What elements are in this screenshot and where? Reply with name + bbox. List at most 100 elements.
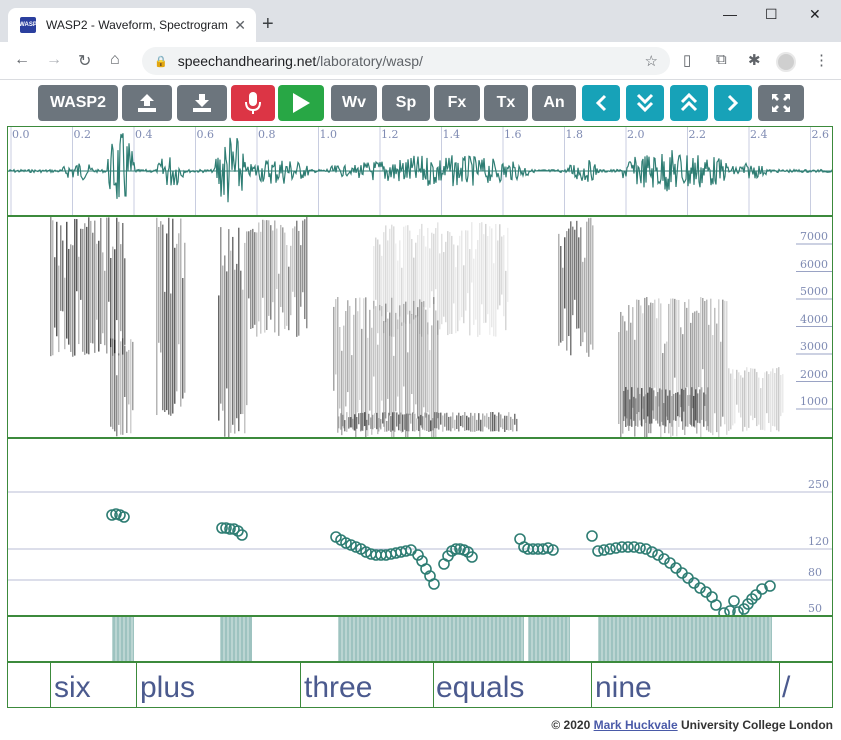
pitch-panel[interactable]: 250 120 80 50 bbox=[7, 438, 833, 616]
extension-office-icon[interactable]: ▯ bbox=[683, 51, 691, 69]
scroll-right-button[interactable] bbox=[714, 85, 752, 121]
annotation-label[interactable]: equals bbox=[436, 671, 524, 705]
spectrogram-band bbox=[746, 367, 748, 431]
spectrogram-band bbox=[699, 389, 701, 424]
spectrogram-band bbox=[338, 416, 340, 429]
spectrogram-band bbox=[381, 255, 383, 317]
spectrogram-band bbox=[744, 370, 746, 427]
spectrogram-band bbox=[679, 394, 681, 418]
voicing-panel[interactable] bbox=[7, 616, 833, 662]
tab-title: WASP2 - Waveform, Spectrogram bbox=[46, 18, 228, 32]
waveform-panel[interactable]: 0.0 0.2 0.4 0.6 0.8 1.0 1.2 1.4 1.6 1.8 2.0 2.2 2.4 2… bbox=[7, 126, 833, 216]
footer: © 2020 Mark Huckvale University College … bbox=[0, 712, 841, 740]
double-chevron-down-icon bbox=[636, 93, 654, 113]
spectrogram-band bbox=[384, 412, 386, 432]
frequency-tick-label: 5000 bbox=[800, 285, 828, 298]
forward-arrow-icon[interactable]: → bbox=[46, 51, 62, 69]
annotation-boundary[interactable] bbox=[300, 663, 301, 707]
spectrogram-band bbox=[712, 335, 714, 436]
spectrogram-panel[interactable]: 7000 6000 5000 4000 3000 2000 1000 bbox=[7, 216, 833, 438]
download-button[interactable] bbox=[177, 85, 227, 121]
spectrogram-band bbox=[156, 217, 158, 416]
record-button[interactable] bbox=[231, 85, 275, 121]
spectrogram-band bbox=[404, 414, 406, 430]
spectrogram-band bbox=[358, 413, 360, 425]
spectrogram-band bbox=[106, 217, 108, 354]
time-tick-label: 1.8 bbox=[565, 128, 584, 141]
frequency-tick-label: 7000 bbox=[800, 230, 828, 243]
extension-clipboard-icon[interactable]: ⧉ bbox=[716, 51, 727, 68]
spectrogram-band bbox=[110, 338, 112, 427]
spectrogram-band bbox=[276, 228, 278, 289]
spectrogram-band bbox=[492, 412, 494, 432]
zoom-in-button[interactable] bbox=[670, 85, 708, 121]
fullscreen-button[interactable] bbox=[758, 85, 804, 121]
spectrogram-band bbox=[505, 270, 507, 331]
spectrogram-band bbox=[686, 307, 688, 388]
scroll-left-button[interactable] bbox=[582, 85, 620, 121]
spectrogram-band bbox=[651, 388, 653, 424]
spectrogram-band bbox=[244, 242, 246, 434]
play-button[interactable] bbox=[278, 85, 324, 121]
minimize-icon[interactable]: — bbox=[723, 6, 737, 22]
annotation-toggle-button[interactable]: An bbox=[532, 85, 576, 121]
spectrogram-band bbox=[732, 369, 734, 426]
zoom-out-button[interactable] bbox=[626, 85, 664, 121]
annotation-label[interactable]: plus bbox=[140, 671, 195, 705]
spectrogram-band bbox=[389, 228, 391, 336]
spectrogram-band bbox=[673, 393, 675, 421]
address-bar[interactable]: 🔒 speechandhearing.net /laboratory/wasp/… bbox=[142, 47, 670, 75]
annotation-label[interactable]: six bbox=[54, 671, 91, 705]
spectrogram-band bbox=[375, 306, 377, 414]
home-icon[interactable]: ⌂ bbox=[110, 51, 120, 69]
maximize-icon[interactable]: ☐ bbox=[765, 6, 778, 23]
annotation-boundary[interactable] bbox=[433, 663, 434, 707]
profile-avatar[interactable] bbox=[776, 52, 796, 72]
bookmark-star-icon[interactable]: ☆ bbox=[645, 52, 658, 70]
spectrogram-band bbox=[68, 248, 70, 345]
spectrogram-band bbox=[578, 237, 580, 329]
spectrogram-band bbox=[362, 412, 364, 431]
spectrogram-band bbox=[116, 375, 118, 437]
spectrogram-band bbox=[460, 415, 462, 427]
back-arrow-icon[interactable]: ← bbox=[14, 51, 30, 69]
annotation-boundary[interactable] bbox=[50, 663, 51, 707]
spectrogram-band bbox=[424, 412, 426, 431]
spectrogram-band bbox=[420, 414, 422, 426]
wasp-home-button[interactable]: WASP2 bbox=[38, 85, 118, 121]
spectrogram-toggle-button[interactable]: Sp bbox=[382, 85, 430, 121]
annotation-label[interactable]: nine bbox=[595, 671, 652, 705]
reload-icon[interactable]: ↻ bbox=[78, 51, 91, 71]
pitch-toggle-button[interactable]: Fx bbox=[434, 85, 480, 121]
author-link[interactable]: Mark Huckvale bbox=[594, 718, 678, 732]
spectrogram-band bbox=[496, 415, 498, 431]
annotation-label[interactable]: / bbox=[782, 671, 790, 705]
annotation-boundary[interactable] bbox=[779, 663, 780, 707]
annotation-label[interactable]: three bbox=[304, 671, 372, 705]
annotation-boundary[interactable] bbox=[591, 663, 592, 707]
annotation-panel[interactable]: six plus three equals nine / bbox=[7, 662, 833, 708]
menu-kebab-icon[interactable]: ⋮ bbox=[814, 51, 829, 69]
extensions-puzzle-icon[interactable]: ✱ bbox=[748, 51, 761, 69]
spectrogram-band bbox=[618, 332, 620, 424]
spectrogram-band bbox=[495, 223, 497, 337]
spectrogram-band bbox=[108, 217, 110, 302]
spectrogram-band bbox=[476, 419, 478, 431]
waveform-toggle-button[interactable]: Wv bbox=[331, 85, 377, 121]
upload-button[interactable] bbox=[122, 85, 172, 121]
voicing-toggle-button[interactable]: Tx bbox=[484, 85, 528, 121]
spectrogram-band bbox=[503, 235, 505, 317]
spectrogram-band bbox=[772, 368, 774, 426]
spectrogram-band bbox=[461, 230, 463, 318]
annotation-boundary[interactable] bbox=[136, 663, 137, 707]
lock-icon: 🔒 bbox=[154, 55, 168, 68]
spectrogram-band bbox=[588, 218, 590, 357]
spectrogram-band bbox=[76, 219, 78, 292]
spectrogram-band bbox=[661, 389, 663, 422]
spectrogram-band bbox=[337, 297, 339, 433]
tab-close-icon[interactable]: ✕ bbox=[234, 17, 246, 34]
spectrogram-band bbox=[507, 227, 509, 302]
new-tab-icon[interactable]: + bbox=[262, 14, 274, 34]
browser-tab[interactable]: WASP WASP2 - Waveform, Spectrogram ✕ bbox=[8, 8, 256, 42]
window-close-icon[interactable]: ✕ bbox=[809, 6, 821, 23]
